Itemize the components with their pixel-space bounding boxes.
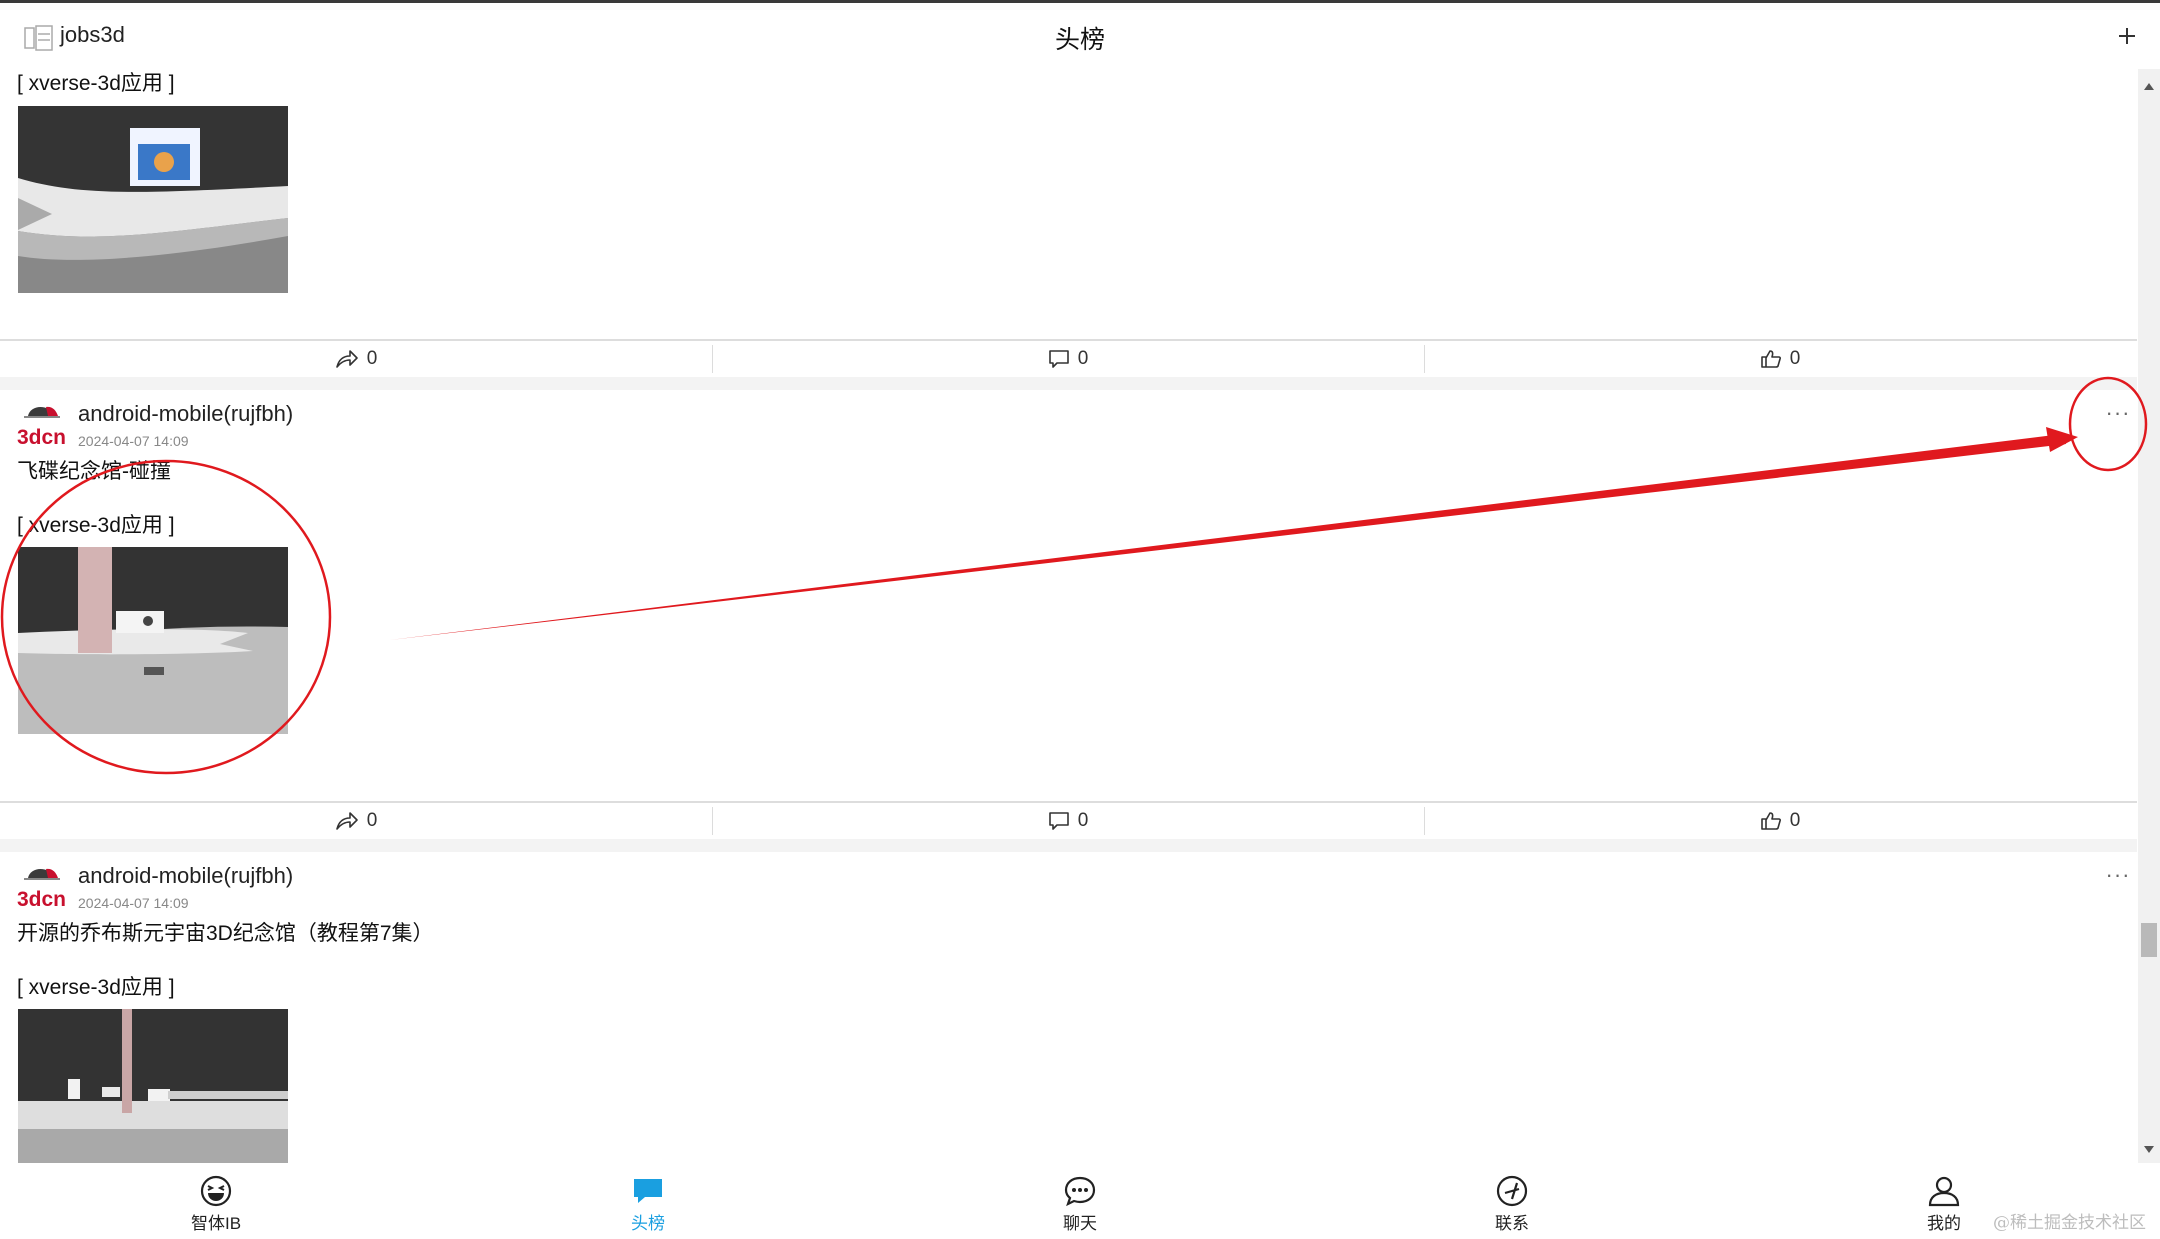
comment-count: 0 <box>1077 810 1089 831</box>
top-header: jobs3d 头榜 <box>0 3 2160 69</box>
thumbs-up-icon <box>1760 350 1781 368</box>
share-count: 0 <box>366 810 378 831</box>
like-count: 0 <box>1789 348 1801 369</box>
post-card: 3dcn android-mobile(rujfbh) 2024-04-07 1… <box>0 852 2137 1163</box>
comment-button[interactable]: 0 <box>712 803 1424 839</box>
tab-contact[interactable]: 联系 <box>1452 1175 1572 1234</box>
laugh-face-icon <box>200 1175 232 1207</box>
tab-toubang[interactable]: 头榜 <box>588 1175 708 1234</box>
tab-mine[interactable]: 我的 <box>1884 1175 2004 1234</box>
add-button[interactable] <box>2112 21 2142 51</box>
compass-icon <box>1496 1175 1528 1207</box>
brand-logo-text: 3dcn <box>17 888 66 911</box>
post-title[interactable]: 开源的乔布斯元宇宙3D纪念馆（教程第7集） <box>17 917 434 947</box>
thumbs-up-icon <box>1760 812 1781 830</box>
post-title[interactable]: 飞碟纪念馆-碰撞 <box>17 455 171 485</box>
like-button[interactable]: 0 <box>1424 803 2136 839</box>
like-count: 0 <box>1789 810 1801 831</box>
feed-list[interactable]: [ xverse-3d应用 ] 0 0 0 3dcn android-mobil… <box>0 69 2137 1163</box>
page-title: 头榜 <box>1054 26 1105 54</box>
post-tag: [ xverse-3d应用 ] <box>17 72 175 95</box>
scroll-down-arrow-icon[interactable] <box>2144 1146 2154 1153</box>
share-button[interactable]: 0 <box>0 803 712 839</box>
tab-label: 我的 <box>1927 1214 1961 1233</box>
tab-chat[interactable]: 聊天 <box>1020 1175 1140 1234</box>
tab-label: 智体IB <box>190 1214 242 1233</box>
brand-logo-text: 3dcn <box>17 426 66 449</box>
tab-zhiti[interactable]: 智体IB <box>156 1175 276 1234</box>
share-button[interactable]: 0 <box>0 341 712 377</box>
vertical-scrollbar[interactable] <box>2138 69 2160 1163</box>
post-actions: 0 0 0 <box>0 801 2137 839</box>
comment-icon <box>1048 350 1069 368</box>
comment-icon <box>1048 812 1069 830</box>
more-options-button[interactable]: ··· <box>2098 864 2137 898</box>
person-icon <box>1928 1176 1960 1207</box>
share-icon <box>335 350 358 368</box>
share-icon <box>335 812 358 830</box>
post-tag: [ xverse-3d应用 ] <box>17 514 175 537</box>
like-button[interactable]: 0 <box>1424 341 2136 377</box>
share-count: 0 <box>366 348 378 369</box>
scrollbar-thumb[interactable] <box>2141 923 2157 957</box>
comment-button[interactable]: 0 <box>712 341 1424 377</box>
post-tag: [ xverse-3d应用 ] <box>17 976 175 999</box>
brand-logo-3dcn: 3dcn <box>17 868 66 911</box>
post-time: 2024-04-07 14:09 <box>78 433 189 449</box>
post-thumbnail[interactable] <box>18 106 288 293</box>
author-name[interactable]: android-mobile(rujfbh) <box>78 401 293 427</box>
post-time: 2024-04-07 14:09 <box>78 895 189 911</box>
post-card: [ xverse-3d应用 ] <box>0 69 2137 340</box>
author-name[interactable]: android-mobile(rujfbh) <box>78 863 293 889</box>
brand-logo-3dcn: 3dcn <box>17 406 66 449</box>
post-actions: 0 0 0 <box>0 339 2137 377</box>
tab-label: 头榜 <box>631 1214 665 1233</box>
scroll-up-arrow-icon[interactable] <box>2144 83 2154 90</box>
tab-label: 聊天 <box>1063 1214 1097 1233</box>
chat-bubble-icon <box>634 1179 662 1203</box>
post-thumbnail[interactable] <box>18 1009 288 1163</box>
bottom-tab-bar: 智体IB 头榜 聊天 联系 我的 @稀土掘金技术社区 <box>0 1163 2160 1239</box>
speech-bubble-icon <box>1064 1176 1096 1207</box>
watermark: @稀土掘金技术社区 <box>1993 1213 2146 1233</box>
more-options-button[interactable]: ··· <box>2098 402 2137 436</box>
tab-label: 联系 <box>1495 1214 1529 1233</box>
comment-count: 0 <box>1077 348 1089 369</box>
post-card: 3dcn android-mobile(rujfbh) 2024-04-07 1… <box>0 390 2137 803</box>
post-thumbnail[interactable] <box>18 547 288 734</box>
